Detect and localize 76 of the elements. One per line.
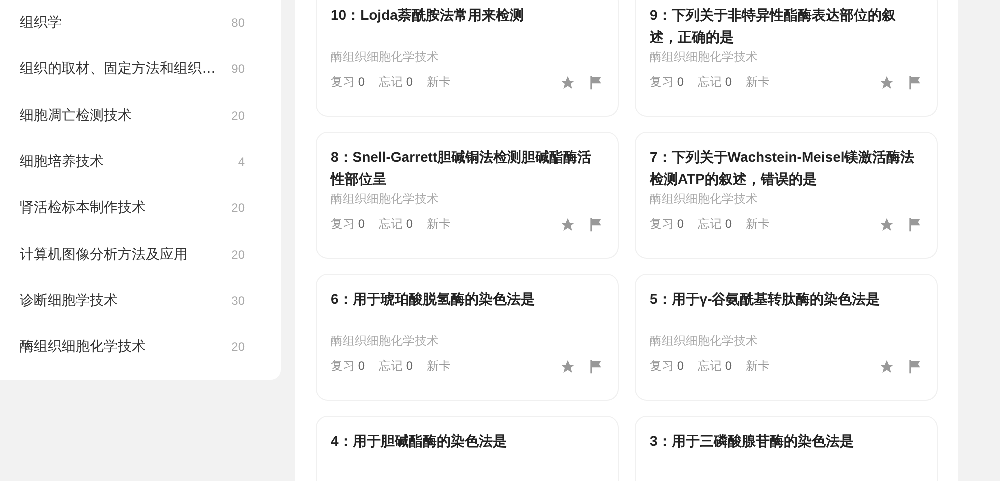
- sidebar-item[interactable]: 组织的取材、固定方法和组织… 90: [0, 46, 281, 93]
- question-title: 6：用于琥珀酸脱氢酶的染色法是: [331, 290, 536, 309]
- review-count: 复习 0: [650, 358, 684, 375]
- category-label: 细胞培养技术: [20, 153, 104, 172]
- question-card[interactable]: 9：下列关于非特异性酯酶表达部位的叙述，正确的是 酶组织细胞化学技术 复习 0 忘记 0 新卡: [635, 0, 938, 117]
- category-label: 酶组织细胞化学技术: [331, 191, 440, 208]
- question-card[interactable]: 6：用于琥珀酸脱氢酶的染色法是 酶组织细胞化学技术 复习 0 忘记 0 新卡: [316, 274, 619, 401]
- flag-icon[interactable]: [907, 74, 923, 90]
- forget-count: 忘记 0: [698, 74, 732, 91]
- question-count: 20: [232, 248, 245, 262]
- category-label: 酶组织细胞化学技术: [650, 333, 759, 350]
- category-label: 酶组织细胞化学技术: [650, 191, 759, 208]
- review-count: 复习 0: [331, 358, 366, 375]
- category-label: 计算机图像分析方法及应用: [20, 246, 188, 264]
- question-card[interactable]: 8：Snell-Garrett胆碱铜法检测胆碱酯酶活性部位呈 酶组织细胞化学技术 复习 0 忘记 0 新卡: [316, 132, 619, 259]
- question-title: 5：用于γ-谷氨酰基转肽酶的染色法是: [650, 290, 882, 309]
- question-count: 20: [232, 340, 245, 354]
- sidebar-item[interactable]: 酶组织细胞化学技术 20: [0, 324, 281, 370]
- question-count: 90: [232, 62, 245, 76]
- category-label: 酶组织细胞化学技术: [20, 338, 146, 356]
- question-card[interactable]: 10：Lojda萘酰胺法常用来检测 酶组织细胞化学技术 复习 0 忘记 0 新卡: [316, 0, 619, 117]
- question-card[interactable]: 7：下列关于Wachstein-Meisel镁激活酶法检测ATP的叙述，错误的是 酶组织细胞化学技术 复习 0 忘记 0 新卡: [635, 132, 938, 259]
- question-card[interactable]: 4：用于胆碱酯酶的染色法是: [316, 416, 619, 481]
- question-title: 9：下列关于非特异性酯酶表达部位的叙述，正确的是: [650, 6, 897, 47]
- card-status: 新卡: [746, 216, 770, 233]
- category-label: 酶组织细胞化学技术: [650, 49, 759, 66]
- sidebar-item[interactable]: 计算机图像分析方法及应用 20: [0, 231, 281, 278]
- forget-count: 忘记 0: [379, 358, 414, 375]
- review-count: 复习 0: [650, 216, 684, 233]
- category-label: 组织的取材、固定方法和组织…: [20, 60, 216, 78]
- category-label: 组织学: [20, 14, 62, 32]
- forget-count: 忘记 0: [379, 216, 414, 233]
- sidebar-item[interactable]: 诊断细胞学技术 30: [0, 278, 281, 324]
- star-icon[interactable]: [879, 358, 895, 374]
- question-count: 80: [232, 16, 245, 30]
- card-status: 新卡: [427, 74, 452, 91]
- category-label: 肾活检标本制作技术: [20, 199, 146, 218]
- flag-icon[interactable]: [907, 358, 923, 374]
- flag-icon[interactable]: [588, 358, 604, 374]
- question-title: 3：用于三磷酸腺苷酶的染色法是: [650, 432, 855, 451]
- forget-count: 忘记 0: [698, 358, 732, 375]
- category-label: 细胞凋亡检测技术: [20, 106, 132, 125]
- review-count: 复习 0: [331, 216, 366, 233]
- question-card[interactable]: 5：用于γ-谷氨酰基转肽酶的染色法是 酶组织细胞化学技术 复习 0 忘记 0 新卡: [635, 274, 938, 401]
- question-count: 20: [232, 201, 245, 216]
- flag-icon[interactable]: [588, 216, 604, 232]
- star-icon[interactable]: [560, 216, 576, 232]
- forget-count: 忘记 0: [698, 216, 732, 233]
- star-icon[interactable]: [879, 74, 895, 90]
- sidebar-item[interactable]: 细胞凋亡检测技术 20: [0, 92, 281, 139]
- question-title: 10：Lojda萘酰胺法常用来检测: [331, 6, 525, 25]
- sidebar-item[interactable]: 组织学 80: [0, 0, 281, 46]
- card-status: 新卡: [427, 358, 452, 375]
- question-title: 7：下列关于Wachstein-Meisel镁激活酶法检测ATP的叙述，错误的是: [650, 148, 916, 189]
- question-count: 4: [238, 155, 245, 170]
- card-status: 新卡: [427, 216, 452, 233]
- star-icon[interactable]: [560, 358, 576, 374]
- category-label: 酶组织细胞化学技术: [331, 333, 440, 350]
- card-status: 新卡: [746, 358, 770, 375]
- question-card[interactable]: 3：用于三磷酸腺苷酶的染色法是: [635, 416, 938, 481]
- star-icon[interactable]: [560, 74, 576, 90]
- question-title: 4：用于胆碱酯酶的染色法是: [331, 432, 508, 451]
- flag-icon[interactable]: [907, 216, 923, 232]
- forget-count: 忘记 0: [379, 74, 414, 91]
- question-title: 8：Snell-Garrett胆碱铜法检测胆碱酯酶活性部位呈: [331, 148, 593, 189]
- flag-icon[interactable]: [588, 74, 604, 90]
- star-icon[interactable]: [879, 216, 895, 232]
- question-count: 30: [232, 294, 245, 308]
- question-count: 20: [232, 108, 245, 123]
- review-count: 复习 0: [650, 74, 684, 91]
- sidebar-item[interactable]: 细胞培养技术 4: [0, 138, 281, 186]
- category-label: 诊断细胞学技术: [20, 292, 118, 310]
- category-label: 酶组织细胞化学技术: [331, 49, 440, 66]
- card-status: 新卡: [746, 74, 770, 91]
- review-count: 复习 0: [331, 74, 366, 91]
- sidebar-item[interactable]: 肾活检标本制作技术 20: [0, 185, 281, 232]
